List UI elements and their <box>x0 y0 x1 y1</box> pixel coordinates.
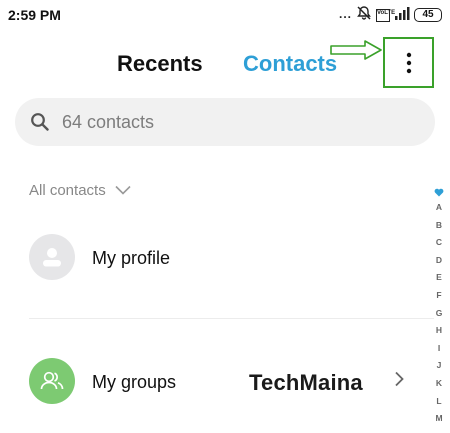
avatar <box>29 234 75 280</box>
status-dots: ... <box>338 7 352 21</box>
volte-icon: VoLTE <box>376 8 395 22</box>
alphabet-index-letter[interactable]: G <box>436 305 443 323</box>
battery-icon: 45 <box>414 8 442 22</box>
status-time: 2:59 PM <box>8 7 61 23</box>
annotation-arrow-icon <box>330 40 382 60</box>
avatar <box>29 358 75 404</box>
chevron-right-icon[interactable] <box>394 371 404 387</box>
filter-label: All contacts <box>29 181 106 199</box>
alphabet-index-letter[interactable]: I <box>438 340 440 358</box>
alphabet-index-letter[interactable]: C <box>436 234 442 252</box>
my-groups-label: My groups <box>92 372 177 392</box>
tab-recents[interactable]: Recents <box>117 51 203 77</box>
alphabet-index-letter[interactable]: J <box>437 357 442 375</box>
alphabet-index-letter[interactable]: E <box>436 269 442 287</box>
alphabet-index-letter[interactable]: K <box>436 375 442 393</box>
chevron-down-icon <box>115 185 131 195</box>
status-icons: ... VoLTE 45 <box>338 5 442 26</box>
alphabet-index-letter[interactable]: M <box>435 410 442 428</box>
status-bar: 2:59 PM ... VoLTE 45 <box>0 0 450 32</box>
search-bar[interactable] <box>15 98 435 146</box>
person-icon <box>43 248 61 267</box>
tab-contacts[interactable]: Contacts <box>243 51 337 77</box>
signal-icon <box>394 6 410 25</box>
alphabet-index-letter[interactable]: B <box>436 217 442 235</box>
alphabet-index-letter[interactable]: D <box>436 252 442 270</box>
search-input[interactable] <box>62 98 412 146</box>
alphabet-index-letter[interactable]: L <box>436 393 441 411</box>
watermark-text: TechMaina <box>249 370 363 395</box>
search-icon <box>31 113 49 131</box>
groups-icon <box>40 371 64 390</box>
contacts-filter-dropdown[interactable]: All contacts <box>29 179 131 201</box>
alarm-off-icon <box>356 5 372 26</box>
my-profile-label: My profile <box>92 248 171 268</box>
more-options-button[interactable] <box>385 39 432 86</box>
alphabet-index-letter[interactable]: A <box>436 199 442 217</box>
more-vert-icon <box>406 52 411 73</box>
favorites-heart-icon[interactable] <box>434 185 444 199</box>
divider <box>29 318 434 319</box>
alphabet-index[interactable]: A B C D E F G H I J K L M <box>430 185 448 428</box>
my-profile-row[interactable]: My profile <box>0 228 420 288</box>
alphabet-index-letter[interactable]: H <box>436 322 442 340</box>
alphabet-index-letter[interactable]: F <box>436 287 441 305</box>
